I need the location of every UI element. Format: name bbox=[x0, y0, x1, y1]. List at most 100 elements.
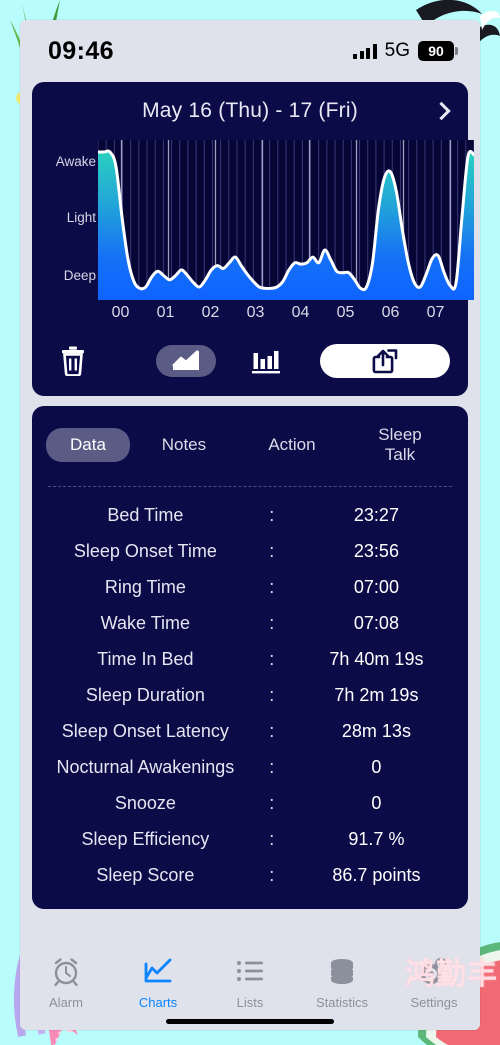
metric-row: Sleep Duration: 7h 2m 19s bbox=[32, 677, 468, 713]
tab-bar-item-statistics[interactable]: Statistics bbox=[296, 956, 388, 1010]
home-indicator bbox=[166, 1019, 334, 1024]
metric-label: Sleep Onset Time bbox=[73, 540, 217, 561]
chart-toolbar bbox=[32, 334, 468, 388]
metric-row: Snooze: 0 bbox=[32, 785, 468, 821]
metric-separator: : bbox=[269, 756, 275, 777]
metric-value: 07:00 bbox=[353, 576, 399, 597]
x-axis-labels: 00 01 02 03 04 05 06 07 bbox=[98, 304, 458, 322]
network-type-label: 5G bbox=[384, 40, 410, 61]
metric-value: 0 bbox=[371, 792, 382, 813]
database-stack-icon bbox=[327, 956, 357, 991]
tab-action[interactable]: Action bbox=[238, 428, 346, 462]
metric-separator: : bbox=[269, 828, 275, 849]
y-label-deep: Deep bbox=[63, 268, 96, 283]
metric-label: Sleep Efficiency bbox=[81, 828, 210, 849]
bottom-tab-bar: Alarm Charts Lists Statistics Settings bbox=[20, 948, 480, 1030]
tab-bar-item-charts[interactable]: Charts bbox=[112, 956, 204, 1010]
sleep-data-card: Data Notes Action Sleep Talk Bed Time: 23:27… bbox=[32, 406, 468, 909]
metric-separator: : bbox=[269, 612, 275, 633]
metric-label: Snooze bbox=[114, 792, 176, 813]
x-tick-label-00: 00 bbox=[111, 304, 130, 321]
tab-bar-item-settings[interactable]: Settings bbox=[388, 956, 480, 1010]
sleep-chart-card: May 16 (Thu) - 17 (Fri) Awake Light Deep bbox=[32, 82, 474, 396]
metric-separator: : bbox=[269, 504, 275, 525]
tab-bar-label: Settings bbox=[410, 995, 458, 1010]
phone-screen: 09:46 5G 90 May 16 (Thu) - 17 (Fri) Awak… bbox=[20, 20, 480, 1030]
y-label-awake: Awake bbox=[55, 154, 96, 169]
metric-value: 23:27 bbox=[353, 504, 399, 525]
x-tick-label-05: 05 bbox=[336, 304, 355, 321]
line-chart-icon bbox=[172, 350, 199, 370]
bar-chart-icon bbox=[252, 351, 280, 374]
date-range-label: May 16 (Thu) - 17 (Fri) bbox=[142, 99, 358, 122]
line-chart-view-button[interactable] bbox=[156, 345, 216, 377]
metric-row: Sleep Efficiency: 91.7 % bbox=[32, 821, 468, 857]
status-bar-time: 09:46 bbox=[48, 36, 114, 65]
trash-icon[interactable] bbox=[50, 346, 96, 376]
metric-value: 23:56 bbox=[353, 540, 399, 561]
tab-sleep-talk[interactable]: Sleep Talk bbox=[346, 418, 454, 472]
metric-row: Nocturnal Awakenings: 0 bbox=[32, 749, 468, 785]
metric-row: Sleep Onset Time: 23:56 bbox=[32, 533, 468, 569]
chevron-right-icon[interactable] bbox=[432, 101, 451, 121]
tab-bar-label: Lists bbox=[236, 995, 264, 1010]
line-chart-icon bbox=[143, 956, 173, 991]
battery-icon: 90 bbox=[418, 41, 458, 61]
metric-separator: : bbox=[269, 648, 275, 669]
sleep-graph[interactable]: Awake Light Deep 00 01 02 03 04 05 06 07 bbox=[42, 140, 474, 330]
x-tick-label-07: 07 bbox=[426, 304, 445, 321]
x-tick-label-01: 01 bbox=[156, 304, 175, 321]
metric-value: 28m 13s bbox=[341, 720, 411, 741]
tab-bar-label: Statistics bbox=[315, 995, 368, 1010]
metric-value: 07:08 bbox=[353, 612, 399, 633]
x-tick-label-02: 02 bbox=[201, 304, 220, 321]
list-icon bbox=[235, 956, 265, 991]
metric-row: Time In Bed: 7h 40m 19s bbox=[32, 641, 468, 677]
metric-label: Bed Time bbox=[107, 504, 184, 525]
metric-value: 7h 2m 19s bbox=[334, 684, 419, 705]
metric-value: 91.7 % bbox=[348, 828, 405, 849]
metric-label: Sleep Duration bbox=[85, 684, 205, 705]
metric-value: 0 bbox=[371, 756, 382, 777]
metric-label: Wake Time bbox=[100, 612, 191, 633]
x-tick-label-06: 06 bbox=[381, 304, 400, 321]
date-header[interactable]: May 16 (Thu) - 17 (Fri) bbox=[32, 82, 468, 140]
metric-separator: : bbox=[269, 792, 275, 813]
x-tick-label-03: 03 bbox=[246, 304, 265, 321]
sleep-depth-area-chart bbox=[98, 140, 474, 300]
metric-label: Time In Bed bbox=[97, 648, 194, 669]
metric-separator: : bbox=[269, 576, 275, 597]
metric-separator: : bbox=[269, 864, 275, 885]
metric-separator: : bbox=[269, 720, 275, 741]
metric-value: 7h 40m 19s bbox=[329, 648, 424, 669]
metric-row: Sleep Score: 86.7 points bbox=[32, 857, 468, 893]
metric-label: Sleep Onset Latency bbox=[61, 720, 229, 741]
status-bar: 09:46 5G 90 bbox=[20, 20, 480, 82]
tab-notes[interactable]: Notes bbox=[130, 428, 238, 462]
data-card-tabs: Data Notes Action Sleep Talk bbox=[32, 418, 468, 472]
tab-bar-item-lists[interactable]: Lists bbox=[204, 956, 296, 1010]
metric-row: Wake Time: 07:08 bbox=[32, 605, 468, 641]
metric-row: Bed Time: 23:27 bbox=[32, 497, 468, 533]
metric-value: 86.7 points bbox=[332, 864, 421, 885]
battery-percent-label: 90 bbox=[428, 43, 444, 59]
gear-icon bbox=[419, 956, 449, 991]
tab-bar-label: Charts bbox=[138, 995, 178, 1010]
metric-label: Sleep Score bbox=[96, 864, 195, 885]
share-export-icon bbox=[372, 349, 398, 374]
y-label-light: Light bbox=[66, 210, 96, 225]
metric-label: Nocturnal Awakenings bbox=[56, 756, 235, 777]
share-button[interactable] bbox=[320, 344, 450, 378]
sleep-metrics-table: Bed Time: 23:27 Sleep Onset Time: 23:56 Ring… bbox=[32, 493, 468, 893]
metric-row: Sleep Onset Latency: 28m 13s bbox=[32, 713, 468, 749]
tab-divider bbox=[48, 486, 452, 487]
tab-bar-item-alarm[interactable]: Alarm bbox=[20, 956, 112, 1010]
bar-chart-view-button[interactable] bbox=[252, 348, 280, 374]
metric-row: Ring Time: 07:00 bbox=[32, 569, 468, 605]
alarm-clock-icon bbox=[51, 956, 81, 991]
x-tick-label-04: 04 bbox=[291, 304, 310, 321]
y-axis-labels: Awake Light Deep bbox=[44, 140, 96, 300]
status-bar-indicators: 5G 90 bbox=[353, 40, 458, 62]
tab-data[interactable]: Data bbox=[46, 428, 130, 462]
metric-separator: : bbox=[269, 684, 275, 705]
